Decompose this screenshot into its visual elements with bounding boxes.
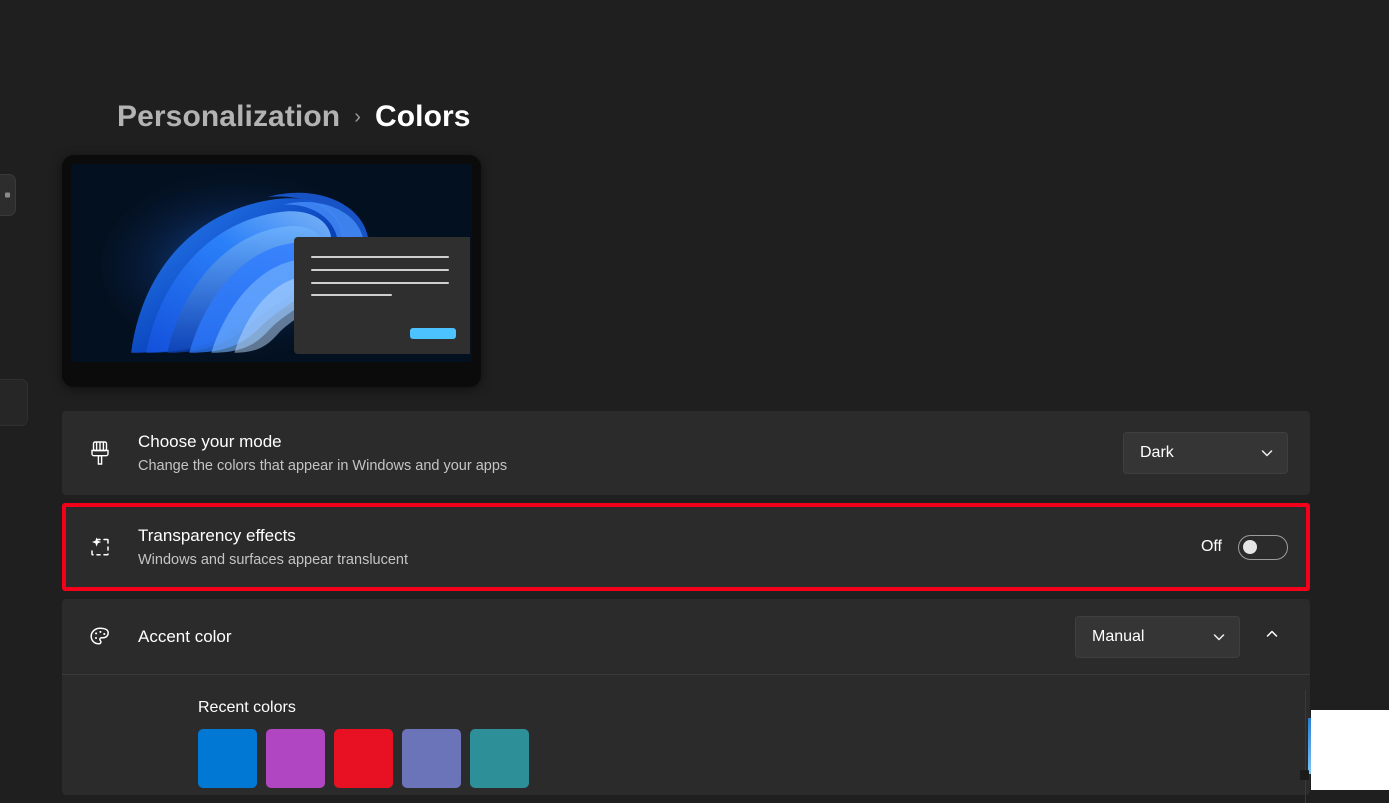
edge-widget-glyph (5, 192, 10, 198)
mock-text-line (311, 268, 449, 271)
setting-row-accent-color[interactable]: Accent color Manual Recent colors (62, 599, 1310, 795)
chevron-down-icon (1259, 445, 1275, 461)
setting-controls: Dark (1123, 432, 1288, 474)
color-swatch[interactable] (334, 729, 393, 788)
setting-title: Choose your mode (138, 431, 282, 451)
recent-colors-label: Recent colors (198, 699, 296, 716)
color-swatch[interactable] (402, 729, 461, 788)
setting-row-choose-your-mode[interactable]: Choose your mode Change the colors that … (62, 411, 1310, 495)
setting-controls: Off (1200, 534, 1288, 560)
transparency-effects-toggle[interactable] (1238, 534, 1288, 560)
panel-seam (1305, 690, 1306, 803)
accent-mode-dropdown[interactable]: Manual (1075, 615, 1240, 658)
clipped-edge-widget-top[interactable] (0, 174, 16, 216)
theme-preview (62, 155, 481, 387)
mode-dropdown-value: Dark (1140, 444, 1174, 461)
setting-controls: Manual (1075, 615, 1288, 658)
chevron-right-icon: › (354, 105, 361, 128)
setting-text-block: Transparency effects Windows and surface… (138, 524, 1201, 571)
setting-text-block: Choose your mode Change the colors that … (138, 430, 1123, 477)
mode-dropdown[interactable]: Dark (1123, 432, 1288, 474)
setting-title: Accent color (138, 626, 232, 646)
accent-section-collapse-button[interactable] (1256, 621, 1288, 653)
mock-text-line (311, 255, 449, 258)
color-swatch[interactable] (266, 729, 325, 788)
mock-accent-button (410, 328, 456, 339)
mock-text-line (311, 281, 449, 284)
preview-mock-window (293, 237, 470, 355)
sparkle-dashed-square-icon (62, 534, 138, 560)
chevron-up-icon (1264, 626, 1280, 647)
clipped-edge-widget-bottom[interactable] (0, 379, 28, 426)
setting-row-transparency-effects[interactable]: Transparency effects Windows and surface… (62, 503, 1310, 591)
page-title: Colors (374, 100, 471, 133)
setting-title: Transparency effects (138, 525, 296, 545)
chevron-down-icon (1211, 629, 1227, 645)
setting-subtitle: Windows and surfaces appear translucent (138, 551, 409, 568)
setting-subtitle: Change the colors that appear in Windows… (138, 457, 508, 474)
paintbrush-icon (62, 440, 138, 466)
toggle-state-label: Off (1200, 538, 1222, 555)
preview-screen (71, 164, 472, 362)
accent-mode-value: Manual (1092, 627, 1145, 645)
panel-accent-strip (1308, 718, 1311, 774)
settings-page: Personalization › Colors Choose your mod… (0, 0, 1389, 803)
breadcrumb-parent-link[interactable]: Personalization (117, 100, 340, 134)
setting-text-block: Accent color (138, 625, 1075, 649)
toggle-knob (1243, 540, 1257, 554)
mock-text-line (311, 294, 393, 297)
color-swatch[interactable] (198, 729, 257, 788)
recent-colors-section: Recent colors (62, 674, 1310, 788)
recent-colors-swatch-list (198, 729, 1310, 788)
breadcrumb: Personalization › Colors (117, 100, 471, 134)
palette-icon (62, 624, 138, 650)
color-swatch[interactable] (470, 729, 529, 788)
white-overlay-panel[interactable] (1300, 710, 1389, 790)
panel-edge-glyph (1300, 770, 1309, 780)
